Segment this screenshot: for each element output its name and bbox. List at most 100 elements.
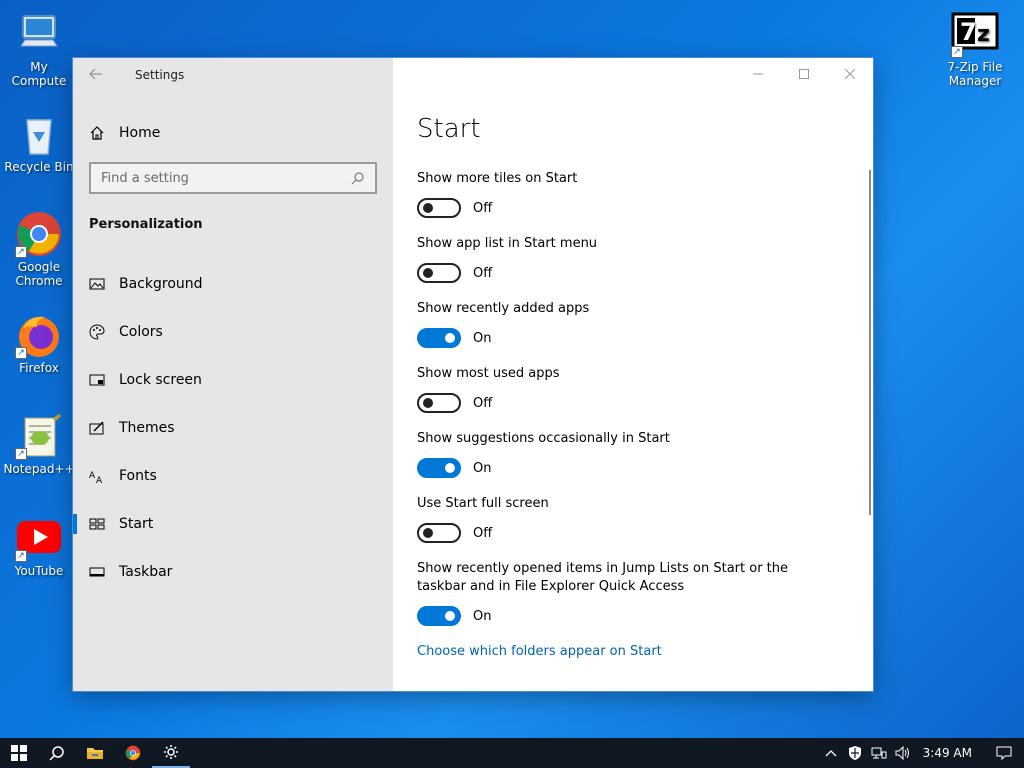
toggle-state: On: [473, 330, 492, 346]
toggle-switch[interactable]: [417, 198, 461, 218]
sidebar-item-start[interactable]: Start: [73, 504, 393, 544]
toggle-state: On: [473, 608, 492, 624]
toggle-switch[interactable]: [417, 393, 461, 413]
sidebar-item-label: Colors: [119, 324, 163, 340]
shortcut-arrow-icon: ↗: [951, 46, 963, 58]
sidebar-item-label: Themes: [119, 420, 175, 436]
taskbar-clock[interactable]: 3:49 AM: [915, 746, 984, 760]
setting-recently-added-apps: Show recently added apps On: [417, 300, 837, 348]
sidebar-item-label: Background: [119, 276, 203, 292]
shortcut-arrow-icon: ↗: [15, 246, 27, 258]
chrome-icon: ↗: [15, 210, 63, 258]
settings-window: Settings Home Find a setting Personaliza…: [73, 58, 873, 691]
firefox-icon: ↗: [15, 311, 63, 359]
back-arrow-icon[interactable]: [89, 66, 105, 84]
svg-text:7: 7: [960, 18, 977, 46]
toggle-switch[interactable]: [417, 263, 461, 283]
taskbar: 3:49 AM: [0, 738, 1024, 768]
gear-icon: [164, 745, 178, 759]
desktop-icon-google-chrome[interactable]: ↗ Google Chrome: [2, 210, 76, 288]
sidebar-item-home[interactable]: Home: [89, 121, 160, 145]
svg-text:A: A: [89, 471, 96, 481]
sidebar-item-fonts[interactable]: AA Fonts: [73, 456, 393, 496]
sidebar-item-themes[interactable]: Themes: [73, 408, 393, 448]
search-placeholder: Find a setting: [101, 170, 189, 186]
toggle-state: Off: [473, 525, 493, 541]
home-icon: [90, 126, 104, 140]
shortcut-arrow-icon: ↗: [15, 448, 27, 460]
windows-logo-icon: [11, 745, 27, 761]
setting-label: Use Start full screen: [417, 496, 549, 511]
choose-folders-link[interactable]: Choose which folders appear on Start: [417, 644, 662, 659]
desktop-icon-7zip[interactable]: 7z ↗ 7-Zip File Manager: [938, 10, 1012, 88]
search-input[interactable]: Find a setting: [89, 162, 377, 194]
setting-suggestions: Show suggestions occasionally in Start O…: [417, 430, 837, 478]
setting-label: Show more tiles on Start: [417, 171, 578, 186]
desktop-icon-notepad-plus-plus[interactable]: ↗ Notepad++: [2, 412, 76, 476]
chrome-taskbar-button[interactable]: [114, 738, 152, 768]
toggle-switch[interactable]: [417, 328, 461, 348]
sidebar-item-taskbar[interactable]: Taskbar: [73, 552, 393, 592]
search-button[interactable]: [38, 738, 76, 768]
setting-label: Show most used apps: [417, 366, 560, 381]
desktop-icon-firefox[interactable]: ↗ Firefox: [2, 311, 76, 375]
themes-icon: [89, 421, 104, 435]
section-title: Personalization: [89, 217, 203, 232]
desktop-icon-label: Notepad++: [3, 462, 75, 476]
setting-label: Show recently opened items in Jump Lists…: [417, 561, 789, 594]
toggle-switch[interactable]: [417, 458, 461, 478]
maximize-button[interactable]: [781, 58, 827, 90]
page-title: Start: [417, 114, 481, 144]
volume-icon[interactable]: [891, 738, 915, 768]
setting-show-app-list: Show app list in Start menu Off: [417, 235, 837, 283]
toggle-state: Off: [473, 265, 493, 281]
settings-taskbar-button[interactable]: [152, 738, 190, 768]
close-button[interactable]: [827, 58, 873, 90]
desktop-icon-my-computer[interactable]: My Compute: [2, 10, 76, 88]
taskbar-icon: [89, 567, 105, 577]
sidebar-item-colors[interactable]: Colors: [73, 312, 393, 352]
toggle-switch[interactable]: [417, 606, 461, 626]
computer-icon: [15, 10, 63, 58]
minimize-button[interactable]: [735, 58, 781, 90]
network-icon[interactable]: [867, 738, 891, 768]
desktop-icon-label: Firefox: [19, 361, 59, 375]
toggle-state: Off: [473, 200, 493, 216]
start-icon: [89, 518, 105, 530]
system-tray: 3:49 AM: [819, 738, 1024, 768]
sidebar-item-label: Taskbar: [119, 564, 173, 580]
notepad-plus-plus-icon: ↗: [15, 412, 63, 460]
fonts-icon: AA: [89, 471, 103, 484]
7zip-icon: 7z ↗: [951, 10, 999, 58]
desktop-icon-label: Recycle Bin: [4, 160, 74, 174]
background-icon: [89, 278, 105, 290]
chrome-icon: [125, 745, 141, 761]
setting-label: Show app list in Start menu: [417, 236, 598, 251]
notifications-icon[interactable]: [984, 738, 1024, 768]
setting-label: Show suggestions occasionally in Start: [417, 431, 670, 446]
tray-chevron-up-icon[interactable]: [819, 738, 843, 768]
toggle-switch[interactable]: [417, 523, 461, 543]
sidebar-item-lock-screen[interactable]: Lock screen: [73, 360, 393, 400]
file-explorer-button[interactable]: [76, 738, 114, 768]
setting-jump-lists: Show recently opened items in Jump Lists…: [417, 560, 827, 626]
shortcut-arrow-icon: ↗: [15, 550, 27, 562]
home-label: Home: [119, 125, 161, 141]
desktop-icon-youtube[interactable]: ↗ YouTube: [2, 514, 76, 578]
desktop-icon-label: YouTube: [14, 564, 64, 578]
folder-icon: [87, 748, 103, 759]
security-shield-icon[interactable]: [843, 738, 867, 768]
lock-screen-icon: [89, 374, 105, 386]
desktop-icon-recycle-bin[interactable]: Recycle Bin: [2, 110, 76, 174]
start-button[interactable]: [0, 738, 38, 768]
scrollbar[interactable]: [869, 170, 871, 515]
youtube-icon: ↗: [15, 514, 63, 562]
search-icon: [351, 172, 364, 185]
desktop-icon-label: Google Chrome: [15, 260, 63, 288]
setting-label: Show recently added apps: [417, 301, 590, 316]
desktop-icon-label: 7-Zip File Manager: [947, 60, 1003, 88]
sidebar-item-background[interactable]: Background: [73, 264, 393, 304]
desktop-icon-label: My Compute: [11, 60, 67, 88]
sidebar-item-label: Start: [119, 516, 154, 532]
palette-icon: [89, 324, 105, 340]
